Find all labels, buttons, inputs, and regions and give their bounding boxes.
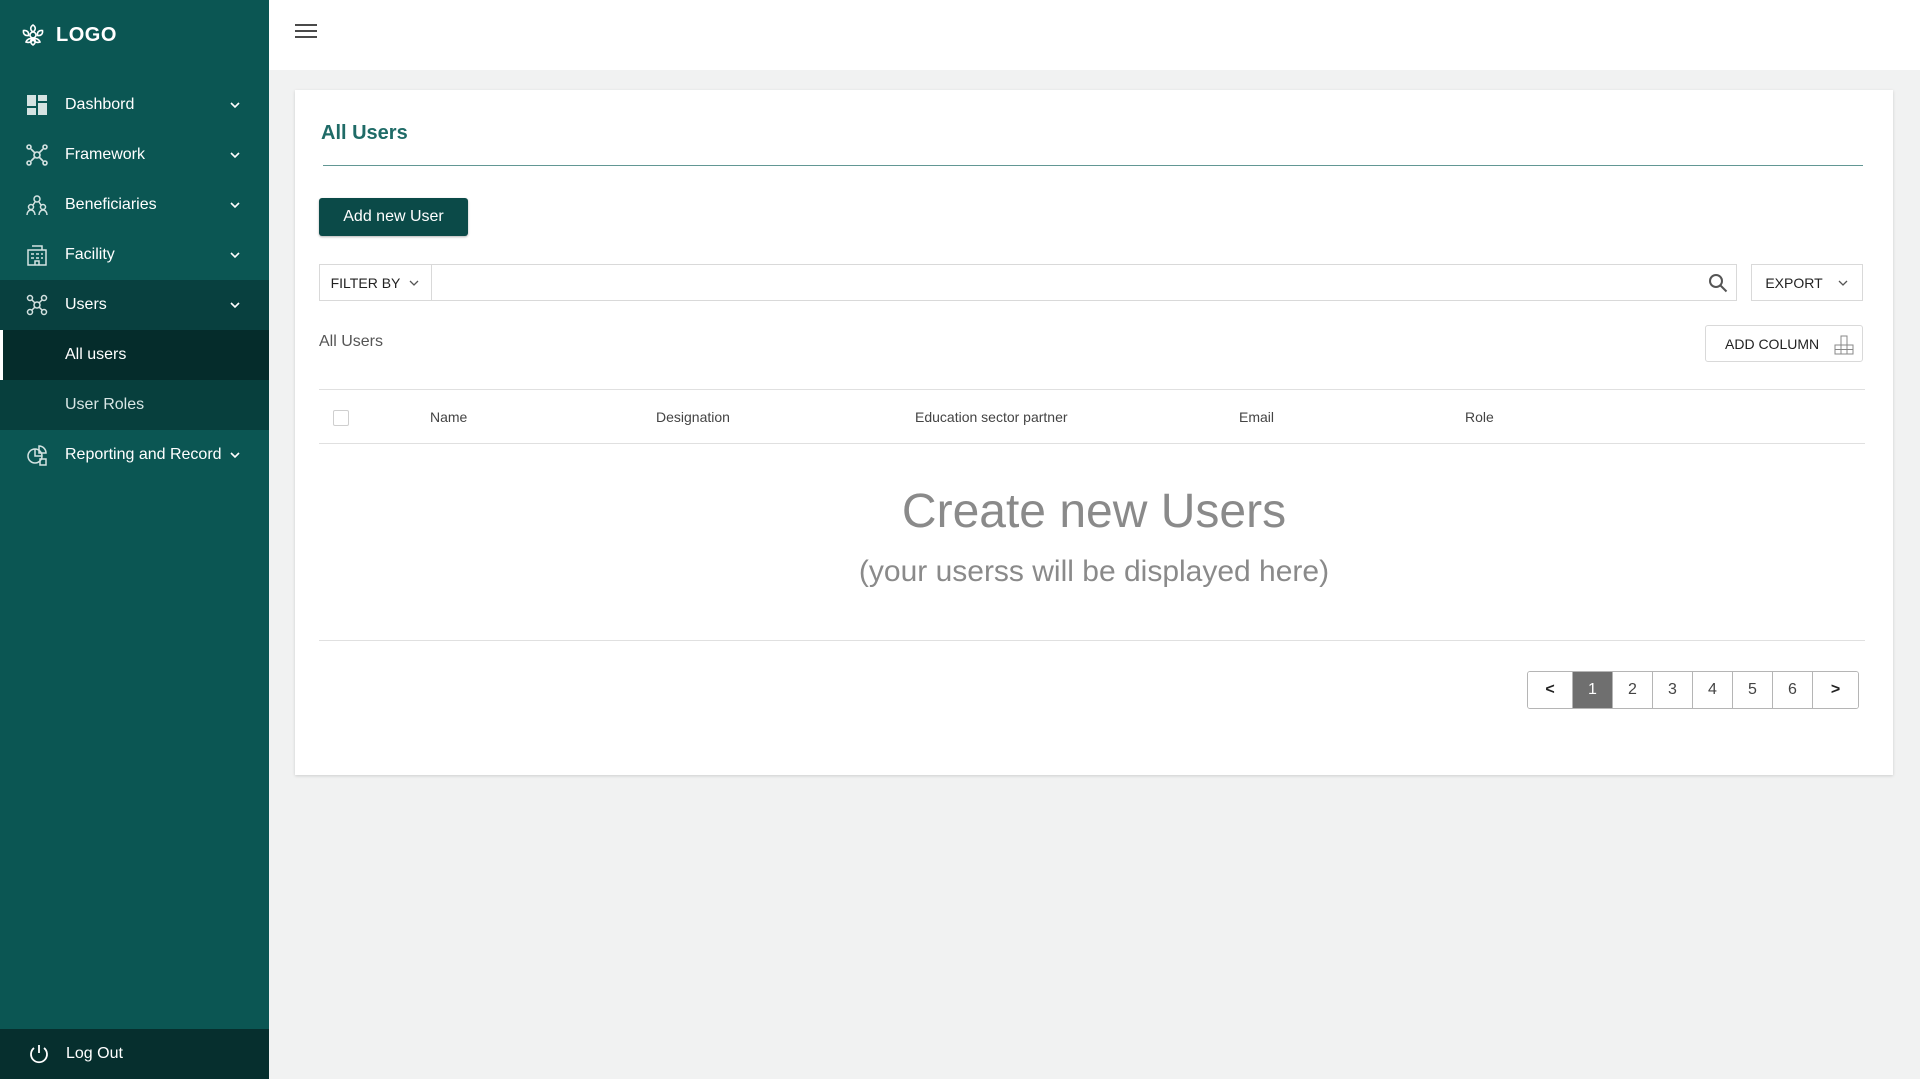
search-input[interactable] [432, 265, 1700, 300]
column-header-email[interactable]: Email [1239, 409, 1274, 425]
logout-label: Log Out [66, 1045, 123, 1062]
sidebar-item-facility[interactable]: Facility [0, 230, 269, 280]
facility-building-icon [26, 244, 48, 266]
sidebar-item-label: Framework [65, 146, 146, 163]
select-all-checkbox[interactable] [333, 410, 349, 426]
pagination-page-button[interactable]: 6 [1773, 672, 1813, 708]
sidebar-item-label: Beneficiaries [65, 196, 157, 213]
empty-state-subtitle: (your userss will be displayed here) [858, 555, 1330, 588]
filter-search-bar: FILTER BY [319, 264, 1737, 301]
pagination-page-button[interactable]: 4 [1693, 672, 1733, 708]
sidebar-item-label: Facility [65, 246, 115, 263]
sidebar-item-framework[interactable]: Framework [0, 130, 269, 180]
chevron-down-icon [409, 280, 419, 286]
hamburger-menu-icon[interactable] [295, 24, 317, 46]
logo-flower-icon [22, 24, 44, 46]
sidebar-item-reporting[interactable]: Reporting and Record [0, 430, 269, 480]
chevron-down-icon [230, 452, 240, 459]
title-divider [323, 165, 1863, 166]
table-bottom-divider [319, 640, 1865, 641]
export-label: EXPORT [1765, 274, 1823, 291]
pagination-page-button[interactable]: 2 [1613, 672, 1653, 708]
filter-by-label: FILTER BY [330, 274, 401, 291]
search-icon[interactable] [1700, 265, 1736, 300]
sidebar-item-label: Reporting and Record [65, 446, 222, 463]
column-header-education-sector-partner[interactable]: Education sector partner [915, 409, 1068, 425]
add-column-label: ADD COLUMN [1725, 335, 1820, 352]
logout-button[interactable]: Log Out [0, 1029, 269, 1079]
users-card: All Users Add new User FILTER BY EXPORT … [295, 90, 1893, 775]
chevron-down-icon [230, 202, 240, 209]
export-dropdown[interactable]: EXPORT [1751, 264, 1863, 301]
reporting-chart-icon [26, 444, 48, 466]
list-title: All Users [319, 333, 384, 350]
pagination-prev-button[interactable]: < [1528, 672, 1573, 708]
sidebar-nav: Dashbord Framework Beneficiaries Facilit… [0, 80, 269, 480]
page-title: All Users [321, 122, 408, 144]
sidebar-item-label: Dashbord [65, 96, 135, 113]
add-new-user-button[interactable]: Add new User [319, 198, 468, 236]
chevron-down-icon [230, 152, 240, 159]
chevron-down-icon [230, 102, 240, 109]
filter-by-dropdown[interactable]: FILTER BY [320, 265, 432, 300]
column-header-role[interactable]: Role [1465, 409, 1494, 425]
sidebar-item-beneficiaries[interactable]: Beneficiaries [0, 180, 269, 230]
pagination-page-button[interactable]: 1 [1573, 672, 1613, 708]
sidebar-item-users[interactable]: Users [0, 280, 269, 330]
column-header-name[interactable]: Name [430, 409, 467, 425]
sidebar-subitem-user-roles[interactable]: User Roles [0, 380, 269, 430]
add-column-button[interactable]: ADD COLUMN [1705, 325, 1863, 362]
pagination: < 1 2 3 4 5 6 > [1527, 671, 1859, 709]
users-group-icon [26, 294, 48, 316]
chevron-down-icon [1838, 280, 1848, 286]
sidebar-item-dashboard[interactable]: Dashbord [0, 80, 269, 130]
pagination-page-button[interactable]: 3 [1653, 672, 1693, 708]
dashboard-icon [26, 94, 48, 116]
sidebar-subitem-all-users[interactable]: All users [0, 330, 269, 380]
empty-state-title: Create new Users [901, 485, 1287, 538]
users-submenu: All users User Roles [0, 330, 269, 430]
table-header: Name Designation Education sector partne… [319, 389, 1865, 444]
pagination-page-button[interactable]: 5 [1733, 672, 1773, 708]
chevron-down-icon [230, 302, 240, 309]
sidebar: LOGO Dashbord Framework Beneficiaries Fa… [0, 0, 269, 1079]
pagination-next-button[interactable]: > [1813, 672, 1858, 708]
sidebar-item-label: Users [65, 296, 107, 313]
logo[interactable]: LOGO [20, 20, 117, 50]
logo-text: LOGO [56, 23, 117, 46]
chevron-down-icon [230, 252, 240, 259]
column-header-designation[interactable]: Designation [656, 409, 730, 425]
framework-network-icon [26, 144, 48, 166]
beneficiaries-people-icon [26, 194, 48, 216]
table-columns-icon [1834, 335, 1854, 355]
top-bar [269, 0, 1920, 70]
power-icon [30, 1045, 48, 1064]
